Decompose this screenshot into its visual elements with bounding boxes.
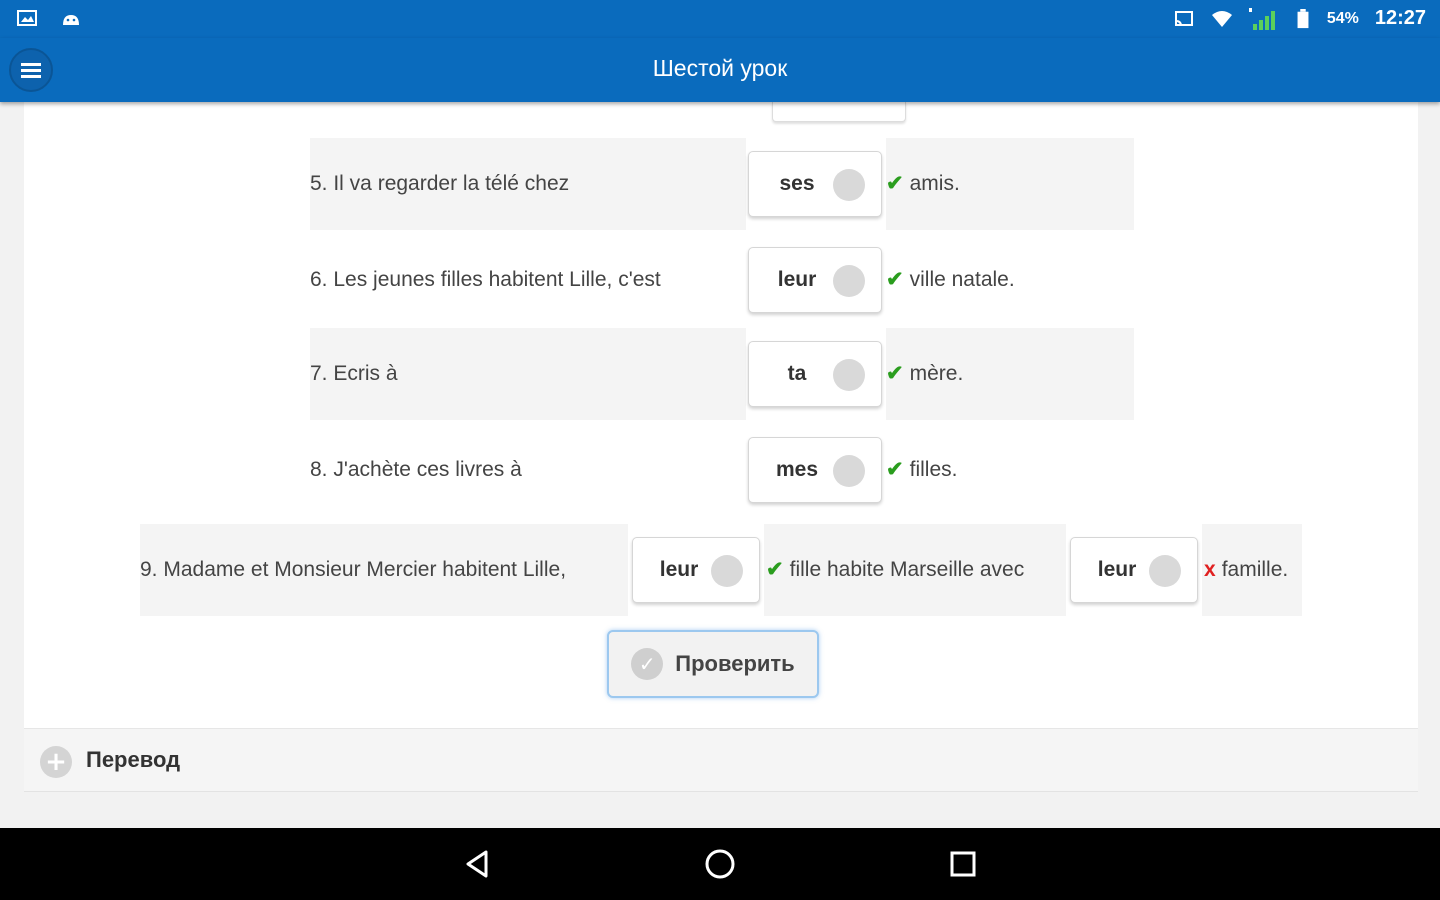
toggle-knob[interactable]	[1149, 555, 1181, 587]
answer-value: mes	[775, 458, 819, 481]
sentence-start: 8. J'achète ces livres à	[310, 458, 522, 481]
translation-label: Перевод	[86, 747, 181, 772]
wifi-icon	[1211, 10, 1232, 27]
sentence-start: 6. Les jeunes filles habitent Lille, c'e…	[310, 268, 661, 291]
sentence-end: ✔ amis.	[886, 172, 960, 195]
exercise-row: 8. J'achète ces livres à mes ✔ filles.	[310, 424, 1134, 516]
sentence-end: ✔ filles.	[886, 458, 958, 481]
status-bar: 54% 12:27	[0, 0, 1440, 38]
answer-value: ses	[779, 172, 815, 195]
cross-icon: x	[1204, 558, 1216, 581]
answer-select[interactable]: leur	[1070, 537, 1198, 603]
sentence-end: ✔ ville natale.	[886, 268, 1015, 291]
toggle-knob[interactable]	[833, 265, 865, 297]
answer-select[interactable]: ses	[748, 151, 882, 217]
answer-value: ta	[787, 362, 807, 385]
check-button[interactable]: ✓ Проверить	[607, 630, 819, 698]
check-icon: ✔	[766, 558, 784, 581]
battery-icon	[1297, 8, 1309, 28]
clock: 12:27	[1374, 7, 1426, 29]
exercise-row: 5. Il va regarder la télé chez ses ✔ amis…	[310, 138, 1134, 230]
page-title: Шестой урок	[652, 55, 788, 81]
sentence-start: 7. Ecris à	[310, 362, 398, 385]
toggle-knob[interactable]	[833, 359, 865, 391]
recents-icon[interactable]	[945, 846, 981, 882]
sentence-end: ✔ mère.	[886, 362, 964, 385]
check-icon: ✔	[886, 362, 904, 385]
signal-icon	[1248, 7, 1275, 30]
exercise-row: 6. Les jeunes filles habitent Lille, c'e…	[310, 234, 1134, 326]
toggle-knob[interactable]	[711, 555, 743, 587]
answer-select[interactable]: leur	[748, 247, 882, 313]
app-bar: Шестой урок	[0, 38, 1440, 102]
content-area: 5. Il va regarder la télé chez ses ✔ amis…	[0, 102, 1440, 828]
cast-icon	[1174, 10, 1193, 26]
answer-value: leur	[777, 268, 817, 291]
sentence-part-1: 9. Madame et Monsieur Mercier habitent L…	[140, 558, 567, 581]
back-icon[interactable]	[460, 846, 496, 882]
answer-select[interactable]: leur	[632, 537, 760, 603]
answer-select[interactable]: mes	[748, 437, 882, 503]
translation-expander[interactable]: + Перевод	[24, 728, 1418, 792]
exercise-row: 7. Ecris à ta ✔ mère.	[310, 328, 1134, 420]
sentence-part-2: ✔ fille habite Marseille avec	[766, 558, 1025, 581]
checkmark-icon: ✓	[631, 648, 664, 680]
exercise-row-9: 9. Madame et Monsieur Mercier habitent L…	[140, 524, 1302, 616]
check-button-label: Проверить	[675, 651, 795, 676]
check-icon: ✔	[886, 172, 904, 195]
battery-percent: 54%	[1326, 9, 1359, 27]
sentence-start: 5. Il va regarder la télé chez	[310, 172, 570, 195]
home-icon[interactable]	[702, 846, 738, 882]
answer-select[interactable]: ta	[748, 341, 882, 407]
check-icon: ✔	[886, 268, 904, 291]
sentence-part-3: x famille.	[1204, 558, 1289, 581]
android-icon	[63, 15, 79, 25]
navigation-bar	[0, 828, 1440, 900]
toggle-knob[interactable]	[833, 455, 865, 487]
toggle-knob[interactable]	[833, 169, 865, 201]
plus-icon: +	[40, 746, 72, 778]
answer-select-partial[interactable]	[772, 102, 906, 122]
gallery-icon	[17, 10, 37, 26]
check-icon: ✔	[886, 458, 904, 481]
